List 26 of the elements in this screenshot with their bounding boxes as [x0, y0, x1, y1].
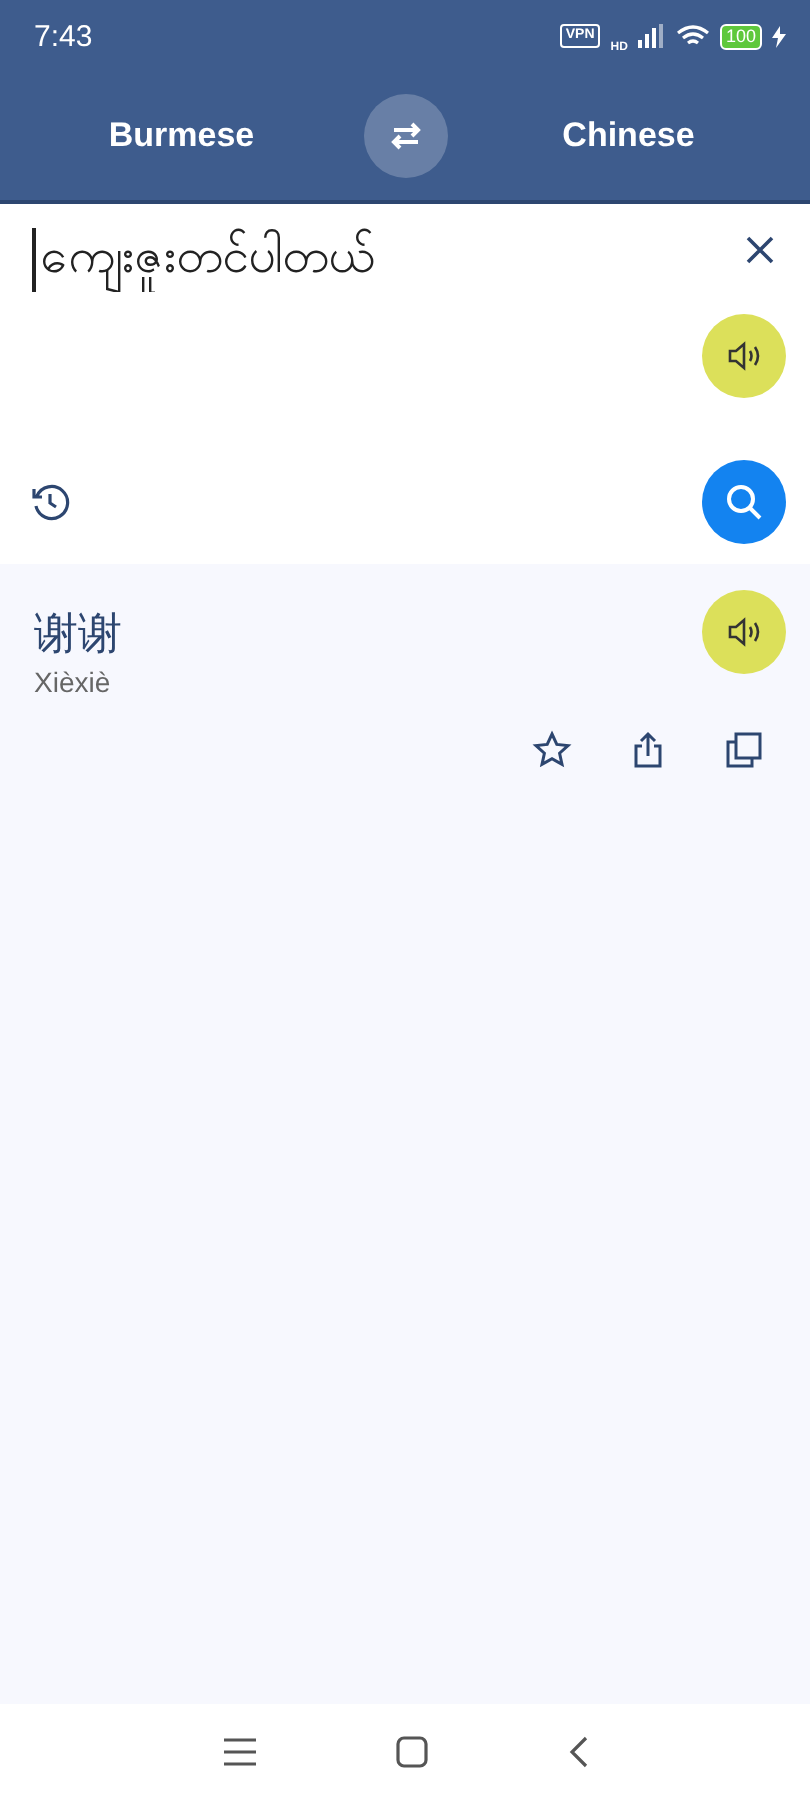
copy-button[interactable]	[724, 730, 764, 770]
wifi-icon	[675, 24, 710, 48]
copy-icon	[724, 730, 764, 770]
speaker-icon	[724, 336, 764, 376]
signal-icon	[637, 24, 666, 48]
charging-icon	[772, 25, 786, 47]
target-language-button[interactable]: Chinese	[447, 116, 810, 156]
home-icon[interactable]	[395, 1736, 427, 1768]
search-button[interactable]	[702, 460, 786, 544]
translation-text: 谢谢	[34, 608, 122, 664]
speaker-button[interactable]	[702, 314, 786, 398]
back-icon[interactable]	[567, 1736, 587, 1768]
search-icon	[724, 482, 764, 522]
swap-icon	[387, 122, 423, 150]
pinyin-text: Xièxiè	[34, 666, 111, 698]
speaker-button[interactable]	[702, 590, 786, 674]
clock-time: 7:43	[34, 19, 93, 53]
close-icon	[746, 236, 774, 264]
source-language-button[interactable]: Burmese	[0, 116, 363, 156]
swap-languages-button[interactable]	[363, 94, 447, 178]
star-button[interactable]	[532, 730, 572, 770]
menu-icon[interactable]	[223, 1738, 255, 1766]
star-icon	[532, 730, 572, 770]
speaker-icon	[724, 612, 764, 652]
history-icon[interactable]	[30, 482, 70, 522]
battery-indicator: 100	[719, 23, 762, 49]
